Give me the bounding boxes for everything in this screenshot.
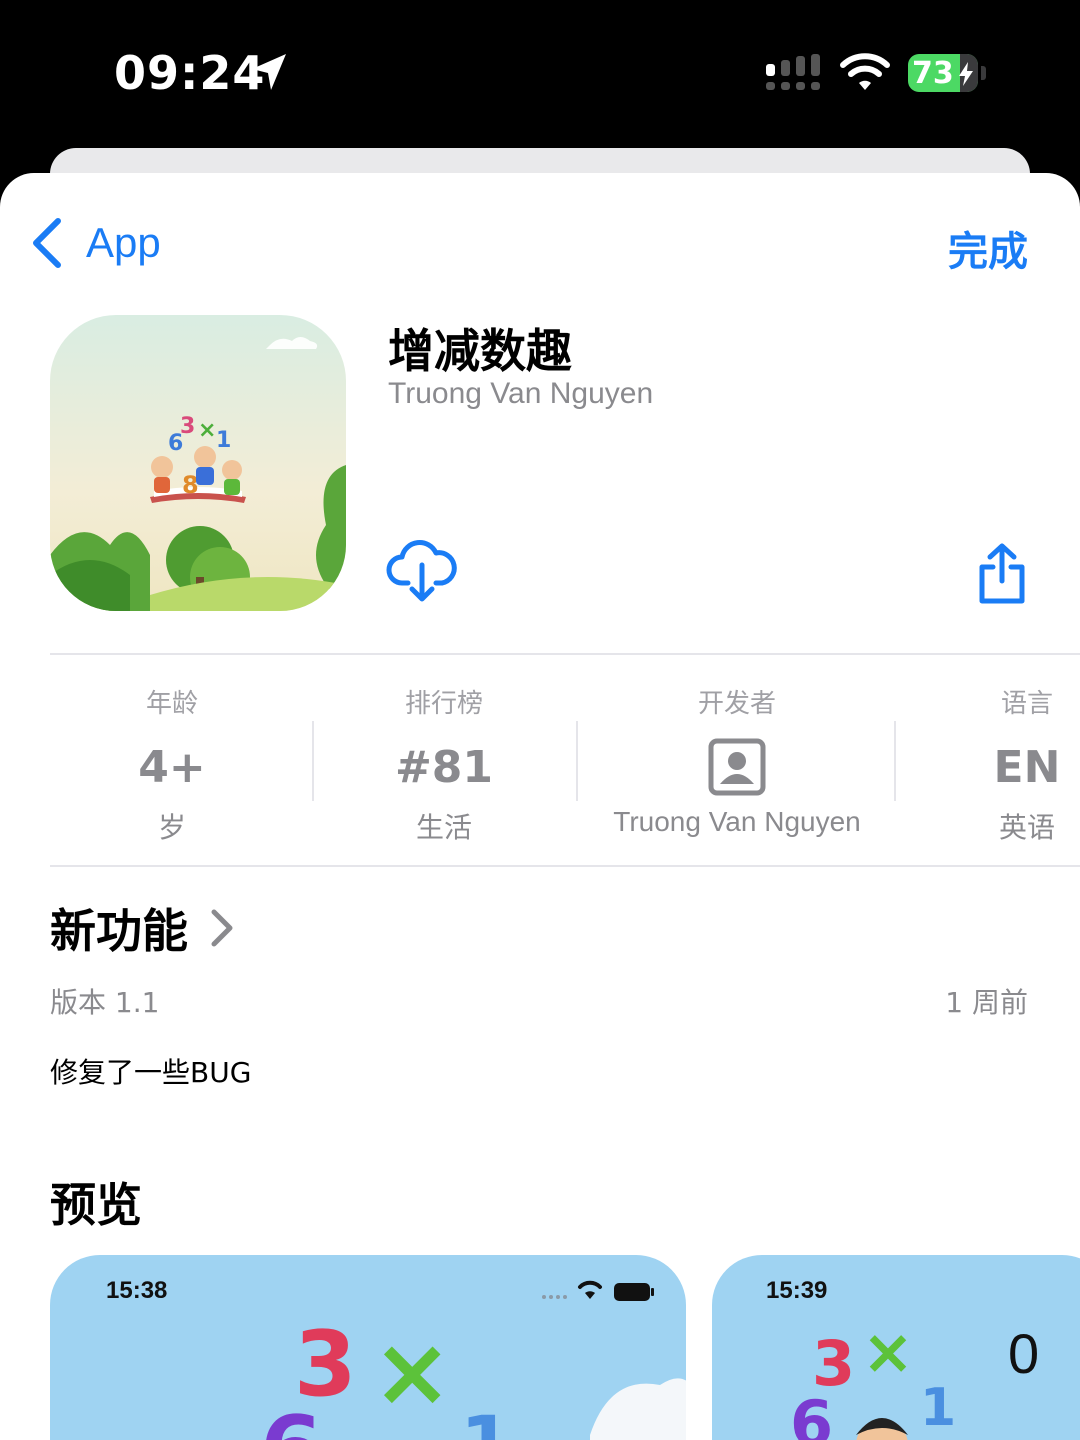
chevron-left-icon bbox=[33, 218, 61, 268]
app-name: 增减数趣 bbox=[388, 324, 572, 378]
developer-sub: Truong Van Nguyen bbox=[613, 806, 861, 837]
chart-sub: 生活 bbox=[415, 812, 472, 843]
release-notes: 修复了一些BUG bbox=[50, 1056, 252, 1089]
share-icon[interactable] bbox=[974, 543, 1030, 605]
screenshot-artwork: 3 × 1 6 bbox=[260, 1312, 686, 1440]
app-icon[interactable]: 6 3 × 1 8 bbox=[50, 315, 346, 611]
charging-bolt-icon bbox=[959, 62, 973, 86]
svg-text:6: 6 bbox=[260, 1397, 323, 1440]
svg-text:3: 3 bbox=[180, 414, 195, 439]
svg-text:×: × bbox=[862, 1315, 914, 1388]
screenshot-artwork: 6 3 × 1 bbox=[790, 1315, 956, 1440]
info-divider bbox=[576, 721, 578, 801]
status-bar: 09:24 73 bbox=[0, 0, 1080, 150]
wifi-icon bbox=[840, 53, 890, 90]
info-age: 年龄 4+ 岁 bbox=[72, 683, 272, 846]
whats-new-title: 新功能 bbox=[50, 904, 188, 958]
age-sub: 岁 bbox=[157, 812, 186, 843]
info-chart[interactable]: 排行榜 #81 生活 bbox=[344, 683, 544, 846]
chart-label: 排行榜 bbox=[404, 689, 483, 719]
cellular-signal-icon bbox=[766, 54, 820, 90]
battery-icon: 73 bbox=[908, 54, 978, 92]
status-time: 09:24 bbox=[114, 46, 266, 100]
back-button[interactable]: App bbox=[30, 217, 161, 269]
divider-info bbox=[50, 865, 1080, 867]
battery-level: 73 bbox=[912, 56, 954, 91]
app-icon-artwork: 6 3 × 1 8 bbox=[50, 315, 346, 611]
app-detail-sheet: App 完成 6 3 × 1 8 增减数趣 Truong Van Nguyen … bbox=[0, 173, 1080, 1440]
svg-text:1: 1 bbox=[216, 428, 231, 453]
cloud-download-icon[interactable] bbox=[386, 539, 458, 605]
chevron-right-icon bbox=[211, 909, 233, 947]
developer-link[interactable]: Truong Van Nguyen bbox=[388, 377, 653, 411]
language-label: 语言 bbox=[1000, 689, 1053, 719]
preview-screenshot[interactable]: 15:39 0 6 3 × 1 bbox=[712, 1255, 1080, 1440]
preview-screenshot[interactable]: 15:38 3 × 1 6 bbox=[50, 1255, 686, 1440]
svg-text:3: 3 bbox=[812, 1327, 855, 1400]
info-language[interactable]: 语言 EN 英语 bbox=[946, 683, 1080, 846]
info-divider bbox=[312, 721, 314, 801]
age-value: 4+ bbox=[138, 742, 206, 793]
language-sub: 英语 bbox=[998, 812, 1055, 843]
svg-text:1: 1 bbox=[460, 1399, 513, 1440]
age-label: 年龄 bbox=[145, 689, 198, 719]
svg-text:×: × bbox=[198, 418, 216, 443]
version-date: 1 周前 bbox=[945, 986, 1028, 1019]
svg-text:×: × bbox=[372, 1316, 452, 1428]
done-button[interactable]: 完成 bbox=[948, 219, 1028, 277]
back-label: App bbox=[86, 219, 161, 266]
divider-top bbox=[50, 653, 1080, 655]
developer-label: 开发者 bbox=[697, 689, 776, 719]
info-divider bbox=[894, 721, 896, 801]
location-arrow-icon bbox=[252, 54, 286, 90]
svg-text:1: 1 bbox=[920, 1378, 956, 1438]
language-value: EN bbox=[993, 742, 1061, 793]
developer-person-icon bbox=[586, 738, 888, 796]
version-label: 版本 1.1 bbox=[50, 986, 160, 1019]
chart-value: #81 bbox=[394, 742, 494, 793]
info-developer[interactable]: 开发者 Truong Van Nguyen bbox=[586, 683, 888, 838]
whats-new-header[interactable]: 新功能 bbox=[50, 895, 236, 961]
battery-cap bbox=[981, 66, 986, 80]
screenshot-score: 0 bbox=[1008, 1322, 1040, 1385]
preview-title: 预览 bbox=[50, 1178, 142, 1232]
